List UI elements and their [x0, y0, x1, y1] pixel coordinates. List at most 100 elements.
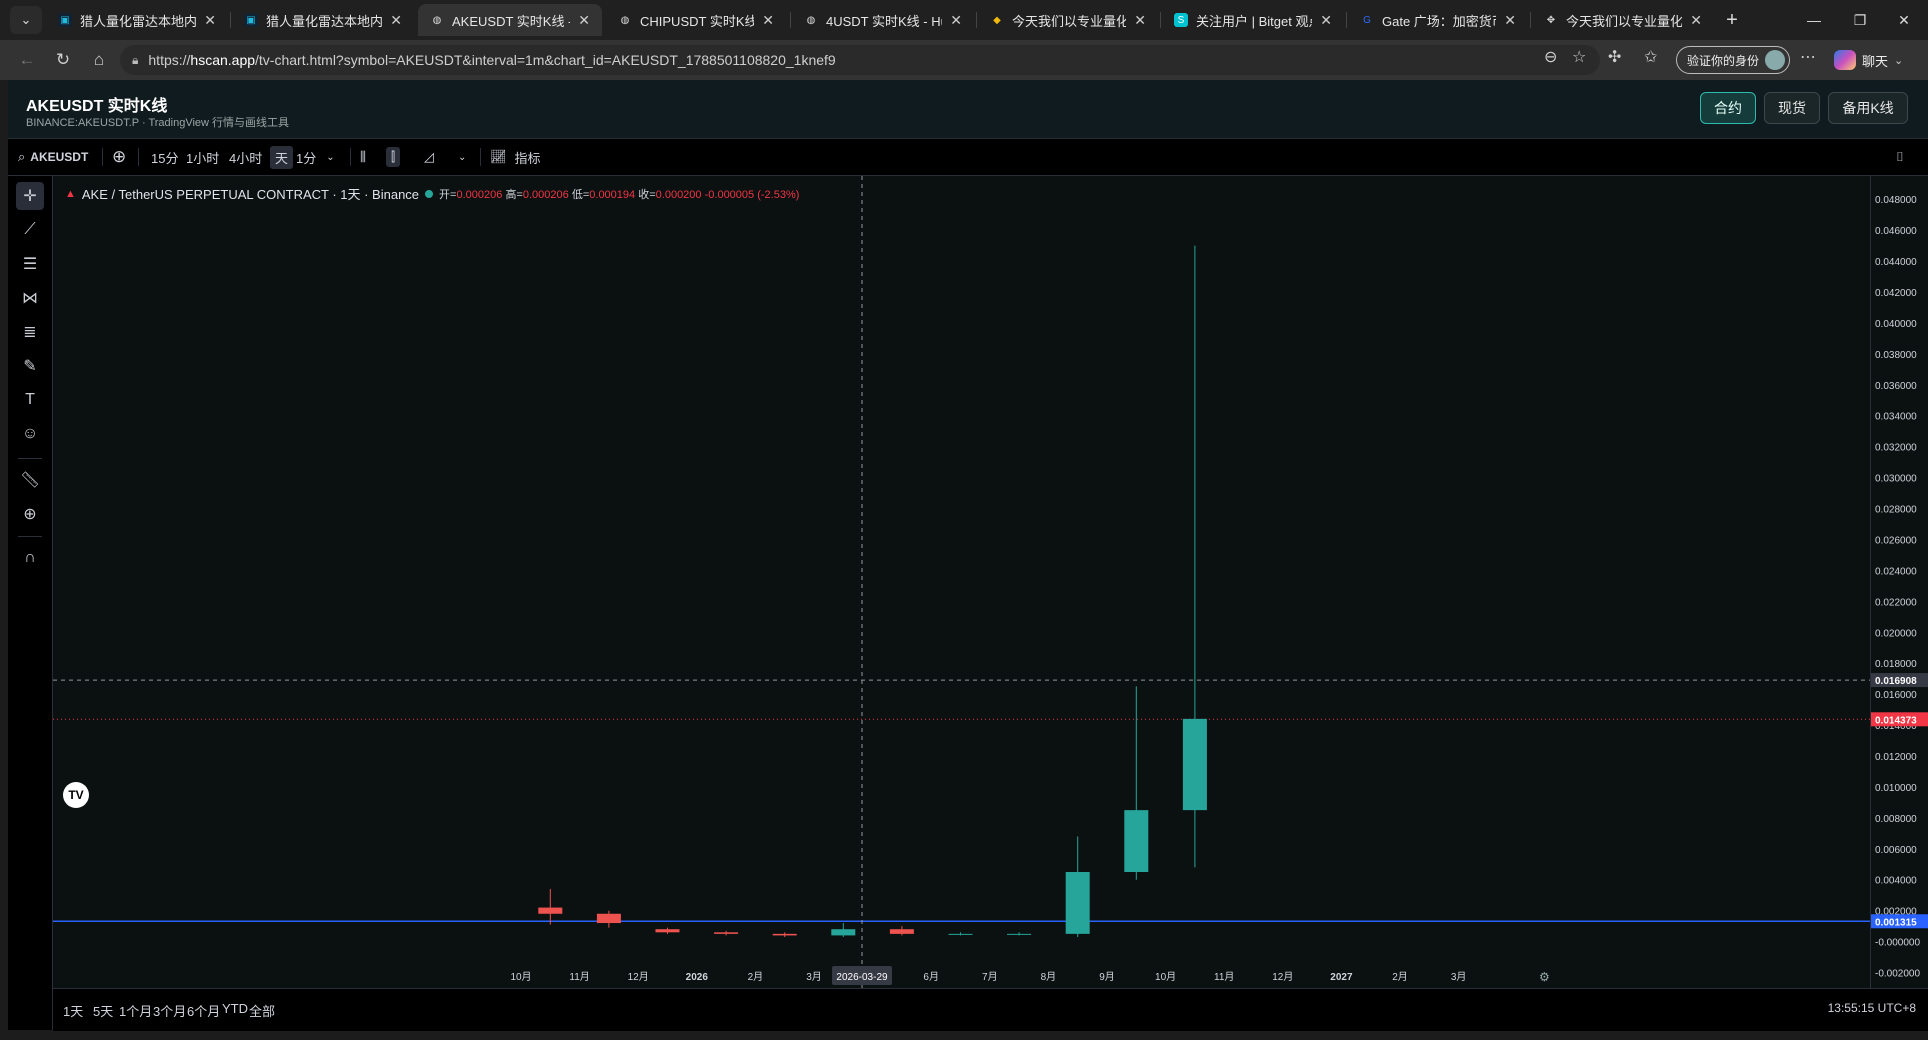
interval-1d[interactable]: 天: [270, 139, 294, 175]
close-window-button[interactable]: ✕: [1884, 8, 1924, 32]
horizontal-lines-tool[interactable]: ☰: [16, 250, 44, 278]
close-icon[interactable]: ✕: [578, 12, 590, 29]
close-icon[interactable]: ✕: [762, 12, 774, 29]
time-tick-label: 2月: [1392, 971, 1408, 983]
browser-tab[interactable]: G Gate 广场：加密货币社区 ✕: [1348, 4, 1528, 36]
candle-body: [948, 933, 973, 935]
trendline-tool[interactable]: ⟋: [16, 216, 44, 244]
range-5d[interactable]: 5天: [93, 1001, 113, 1020]
close-icon[interactable]: ✕: [1134, 12, 1146, 29]
magnet-tool[interactable]: ∩: [16, 544, 44, 572]
text-tool[interactable]: T: [16, 386, 44, 414]
zoom-icon[interactable]: ⊖: [1544, 47, 1557, 67]
close-icon[interactable]: ✕: [1690, 12, 1702, 29]
indicators-label: 指标: [514, 150, 541, 166]
tab-title: CHIPUSDT 实时K线 - Hu: [640, 13, 755, 29]
spot-button[interactable]: 现货: [1764, 92, 1820, 124]
interval-dropdown[interactable]: 1分 ⌄: [296, 139, 335, 175]
chart-pane[interactable]: ▲ AKE / TetherUS PERPETUAL CONTRACT · 1天…: [53, 176, 1870, 988]
fib-tool[interactable]: ≣: [16, 318, 44, 346]
favorite-star-icon[interactable]: ☆: [1572, 47, 1586, 67]
interval-1m-label: 1分: [296, 150, 317, 166]
low-label: 低=: [571, 188, 590, 201]
price-tick-label: 0.042000: [1875, 288, 1917, 299]
chart-canvas[interactable]: [53, 176, 1870, 988]
minimize-button[interactable]: —: [1794, 8, 1834, 32]
arrow-left-icon: ←: [18, 50, 36, 69]
screenshot-button[interactable]: ⌷: [1896, 139, 1904, 175]
low-value: 0.000194: [589, 188, 636, 201]
brush-tool[interactable]: ✎: [16, 352, 44, 380]
tradingview-logo[interactable]: TV: [63, 782, 89, 808]
new-tab-button[interactable]: +: [1718, 6, 1746, 34]
browser-tab[interactable]: ◆ 今天我们以专业量化视角 ✕: [978, 4, 1158, 36]
candle-body: [538, 907, 563, 914]
restore-button[interactable]: ❐: [1840, 8, 1880, 32]
browser-tab-active[interactable]: ◍ AKEUSDT 实时K线 - Hunter ✕: [418, 4, 602, 36]
browser-tab[interactable]: ▣ 猎人量化雷达本地内测版 ✕: [46, 4, 228, 36]
close-icon[interactable]: ✕: [1320, 12, 1332, 29]
close-icon[interactable]: ✕: [1504, 12, 1516, 29]
interval-4h[interactable]: 4小时: [229, 139, 262, 175]
copilot-chat-button[interactable]: 聊天 ⌄: [1834, 48, 1903, 72]
symbol-search[interactable]: ⌕ AKEUSDT: [18, 139, 88, 175]
drawing-toolbar: ✛ ⟋ ☰ ⋈ ≣ ✎ T ☺ 📏︎ ⊕ ∩: [8, 176, 53, 1030]
time-tick-label: 10月: [1155, 971, 1176, 983]
change-value: -0.000005 (-2.53%): [704, 188, 800, 201]
bar-style-button[interactable]: ⫼: [360, 139, 366, 175]
browser-tab[interactable]: ◍ 4USDT 实时K线 - Hunter ✕: [792, 4, 974, 36]
price-scale-canvas: 0.048000 0.046000 0.044000 0.042000 0.040000…: [1871, 195, 1928, 980]
url-host: hscan.app: [190, 52, 256, 68]
range-all[interactable]: 全部: [249, 1001, 275, 1020]
reload-icon: ↻: [55, 50, 71, 69]
chart-type-dropdown[interactable]: ⌄: [458, 139, 466, 175]
area-style-button[interactable]: ◿: [424, 139, 434, 175]
time-tick-label: 8月: [1041, 971, 1057, 983]
compare-button[interactable]: ⊕: [112, 139, 126, 175]
browser-tab[interactable]: ▣ 猎人量化雷达本地内测版 ✕: [232, 4, 414, 36]
crosshair-tool[interactable]: ✛: [16, 182, 44, 210]
backup-kline-button[interactable]: 备用K线: [1828, 92, 1908, 124]
tab-actions-menu[interactable]: ⌄: [10, 6, 42, 34]
favorites-icon[interactable]: ✩: [1644, 47, 1657, 67]
back-button[interactable]: ←: [14, 48, 40, 72]
browser-tab[interactable]: ◍ CHIPUSDT 实时K线 - Hu ✕: [606, 4, 786, 36]
zoom-tool[interactable]: ⊕: [16, 500, 44, 528]
range-1m[interactable]: 1个月: [119, 1001, 152, 1020]
range-3m[interactable]: 3个月: [153, 1001, 186, 1020]
browser-tab[interactable]: ✥ 今天我们以专业量化视角 ✕: [1532, 4, 1714, 36]
futures-button[interactable]: 合约: [1700, 92, 1756, 124]
camera-icon: ⌷: [1896, 149, 1904, 164]
interval-15m[interactable]: 15分: [151, 139, 178, 175]
extensions-icon[interactable]: ✣: [1608, 47, 1621, 67]
close-icon[interactable]: ✕: [204, 12, 216, 29]
pattern-tool[interactable]: ⋈: [16, 284, 44, 312]
plus-icon: +: [1726, 8, 1738, 31]
candles-icon: ⫿: [386, 147, 401, 167]
chevron-down-icon: ⌄: [1894, 54, 1904, 67]
tab-title: 猎人量化雷达本地内测版: [80, 13, 197, 29]
price-tick-label: 0.012000: [1875, 752, 1917, 763]
chevron-down-icon: ⌄: [458, 151, 467, 163]
more-icon[interactable]: ⋯: [1800, 47, 1816, 67]
range-1d[interactable]: 1天: [63, 1001, 83, 1020]
browser-tab[interactable]: S 关注用户 | Bitget 观点 ✕: [1162, 4, 1344, 36]
address-bar[interactable]: 🔒︎ https://hscan.app/tv-chart.html?symbo…: [120, 45, 1600, 75]
price-scale[interactable]: 0.048000 0.046000 0.044000 0.042000 0.040000…: [1870, 176, 1928, 988]
candle-style-button[interactable]: ⫿: [386, 139, 401, 175]
time-scale-canvas[interactable]: 10月11月12月20262月3月5月6月7月8月9月10月11月12月2027…: [53, 963, 1928, 989]
ruler-tool[interactable]: 📏︎: [16, 466, 44, 494]
close-icon[interactable]: ✕: [390, 12, 402, 29]
verify-identity-button[interactable]: 验证你的身份: [1676, 46, 1790, 74]
home-button[interactable]: ⌂: [86, 48, 112, 72]
candle-body: [772, 933, 797, 936]
interval-1h[interactable]: 1小时: [186, 139, 219, 175]
indicators-button[interactable]: 📈︎ 指标: [490, 139, 541, 175]
app-icon: ▣: [58, 13, 72, 27]
range-ytd[interactable]: YTD: [222, 1001, 248, 1016]
range-6m[interactable]: 6个月: [187, 1001, 220, 1020]
tab-title: 4USDT 实时K线 - Hunter: [826, 13, 942, 29]
close-icon[interactable]: ✕: [950, 12, 962, 29]
emoji-tool[interactable]: ☺: [16, 420, 44, 448]
reload-button[interactable]: ↻: [50, 48, 76, 72]
